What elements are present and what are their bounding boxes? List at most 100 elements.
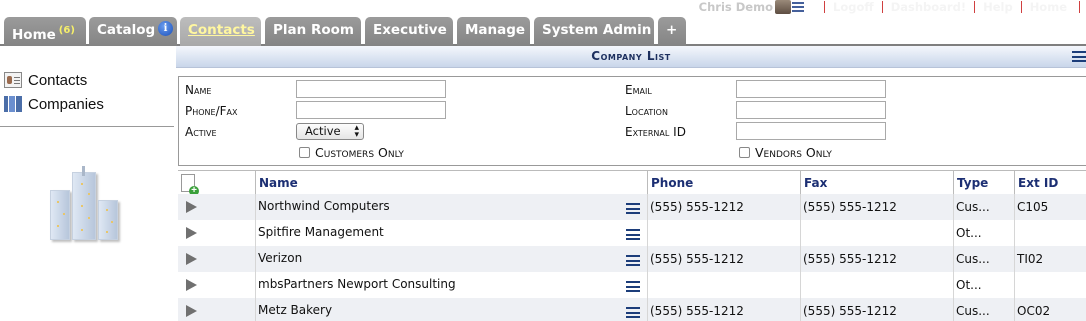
external-id-field[interactable] xyxy=(736,122,886,140)
company-table: Name Phone Fax Type Ext ID Northwind Com… xyxy=(178,170,1086,321)
column-header-type[interactable]: Type xyxy=(953,171,1015,195)
expand-row-icon[interactable] xyxy=(186,305,197,317)
tab-contacts-label: Contacts xyxy=(188,22,255,38)
phone-cell: (555) 555-1212 xyxy=(650,252,744,266)
phone-cell: (555) 555-1212 xyxy=(650,200,744,214)
help-link[interactable]: Help xyxy=(983,0,1013,14)
type-cell: Cus... xyxy=(956,304,990,318)
column-header-ext-id[interactable]: Ext ID xyxy=(1014,171,1086,195)
email-field[interactable] xyxy=(736,80,886,98)
top-links: Chris Demo Logoff Dashboard! Help Home xyxy=(699,0,1086,14)
tab-system-admin[interactable]: System Admin xyxy=(534,17,654,46)
tab-catalog-label: Catalog xyxy=(97,22,156,38)
type-cell: Cus... xyxy=(956,200,990,214)
info-icon[interactable]: i xyxy=(158,21,173,36)
user-menu-icon[interactable] xyxy=(792,1,804,13)
user-name: Chris Demo xyxy=(698,0,773,14)
ext-id-cell: C105 xyxy=(1017,200,1049,214)
type-cell: Ot... xyxy=(956,226,982,240)
company-name-cell[interactable]: Spitfire Management xyxy=(255,220,621,246)
home-link[interactable]: Home xyxy=(1030,0,1067,14)
sidebar-item-label: Companies xyxy=(28,95,104,113)
name-label: Name xyxy=(185,83,212,97)
tab-executive[interactable]: Executive xyxy=(365,17,453,46)
main-tab-bar: Home (6) Catalog i Contacts Plan Room Exe… xyxy=(0,14,1086,46)
fax-cell: (555) 555-1212 xyxy=(803,304,897,318)
expand-row-icon[interactable] xyxy=(186,253,197,265)
ext-id-cell xyxy=(1014,272,1084,298)
type-cell: Cus... xyxy=(956,252,990,266)
row-menu-icon[interactable] xyxy=(626,281,640,292)
add-company-icon[interactable] xyxy=(181,174,199,196)
table-row[interactable]: Northwind Computers (555) 555-1212 (555)… xyxy=(178,194,1086,220)
home-count-badge: (6) xyxy=(58,25,75,36)
phone-cell xyxy=(647,272,797,298)
table-row[interactable]: mbsPartners Newport Consulting Ot... xyxy=(178,272,1086,298)
phone-fax-field[interactable] xyxy=(296,101,446,119)
fax-cell xyxy=(800,220,950,246)
company-name-cell[interactable]: Verizon xyxy=(255,246,621,272)
add-tab-label: + xyxy=(666,22,678,38)
sidebar-item-label: Contacts xyxy=(28,71,88,89)
ext-id-cell: TI02 xyxy=(1017,252,1044,266)
tab-manage[interactable]: Manage xyxy=(457,17,530,46)
link-separator xyxy=(974,1,976,13)
phone-fax-label: Phone/Fax xyxy=(185,104,238,118)
row-menu-icon[interactable] xyxy=(626,307,640,318)
active-select[interactable]: Active ▴ ▾ xyxy=(296,123,364,140)
antenna xyxy=(82,166,85,176)
active-label: Active xyxy=(185,125,217,139)
add-tab-button[interactable]: + xyxy=(658,17,686,46)
column-header-phone[interactable]: Phone xyxy=(647,171,801,195)
expand-row-icon[interactable] xyxy=(186,201,197,213)
customers-only-checkbox[interactable]: Customers Only xyxy=(299,145,404,160)
table-row[interactable]: Verizon (555) 555-1212 (555) 555-1212 Cu… xyxy=(178,246,1086,272)
name-field[interactable] xyxy=(296,80,446,98)
company-list-header: Company List xyxy=(176,46,1086,68)
tab-home-label: Home xyxy=(12,27,56,43)
row-menu-icon[interactable] xyxy=(626,229,640,240)
list-menu-icon[interactable] xyxy=(1072,51,1086,62)
logoff-link[interactable]: Logoff xyxy=(833,0,874,14)
fax-cell: (555) 555-1212 xyxy=(803,252,897,266)
link-separator xyxy=(1020,1,1022,13)
select-arrows-icon: ▴ ▾ xyxy=(354,123,359,140)
row-menu-icon[interactable] xyxy=(626,203,640,214)
user-avatar-icon[interactable] xyxy=(775,0,791,14)
expand-row-icon[interactable] xyxy=(186,227,197,239)
email-label: Email xyxy=(625,83,652,97)
column-header-name[interactable]: Name xyxy=(255,171,648,195)
tab-executive-label: Executive xyxy=(373,22,447,38)
row-menu-icon[interactable] xyxy=(626,255,640,266)
expand-row-icon[interactable] xyxy=(186,279,197,291)
table-row[interactable]: Metz Bakery (555) 555-1212 (555) 555-121… xyxy=(178,298,1086,321)
sidebar-divider xyxy=(0,126,174,127)
location-field[interactable] xyxy=(736,101,886,119)
dashboard-link[interactable]: Dashboard! xyxy=(891,0,966,14)
vendors-only-label: Vendors Only xyxy=(755,145,832,160)
tab-home[interactable]: Home (6) xyxy=(4,17,86,46)
vendors-only-checkbox[interactable]: Vendors Only xyxy=(739,145,832,160)
sidebar: Contacts Companies xyxy=(0,46,176,321)
tab-catalog[interactable]: Catalog i xyxy=(89,17,177,46)
column-header-fax[interactable]: Fax xyxy=(800,171,954,195)
tab-plan-room-label: Plan Room xyxy=(273,22,354,38)
company-name-cell[interactable]: Metz Bakery xyxy=(255,298,621,321)
company-name-cell[interactable]: Northwind Computers xyxy=(255,194,621,220)
phone-cell: (555) 555-1212 xyxy=(650,304,744,318)
link-separator xyxy=(1079,1,1080,13)
location-label: Location xyxy=(625,104,668,118)
company-name-cell[interactable]: mbsPartners Newport Consulting xyxy=(255,272,621,298)
active-select-value: Active xyxy=(305,124,341,138)
sidebar-item-companies[interactable]: Companies xyxy=(4,94,104,114)
checkbox-box[interactable] xyxy=(739,147,750,158)
ext-id-cell: OC02 xyxy=(1017,304,1051,318)
table-row[interactable]: Spitfire Management Ot... xyxy=(178,220,1086,246)
link-separator xyxy=(824,1,825,13)
link-separator xyxy=(881,1,883,13)
sidebar-item-contacts[interactable]: Contacts xyxy=(4,70,87,90)
type-cell: Ot... xyxy=(956,278,982,292)
tab-contacts[interactable]: Contacts xyxy=(180,17,261,46)
checkbox-box[interactable] xyxy=(299,147,310,158)
tab-plan-room[interactable]: Plan Room xyxy=(265,17,361,46)
